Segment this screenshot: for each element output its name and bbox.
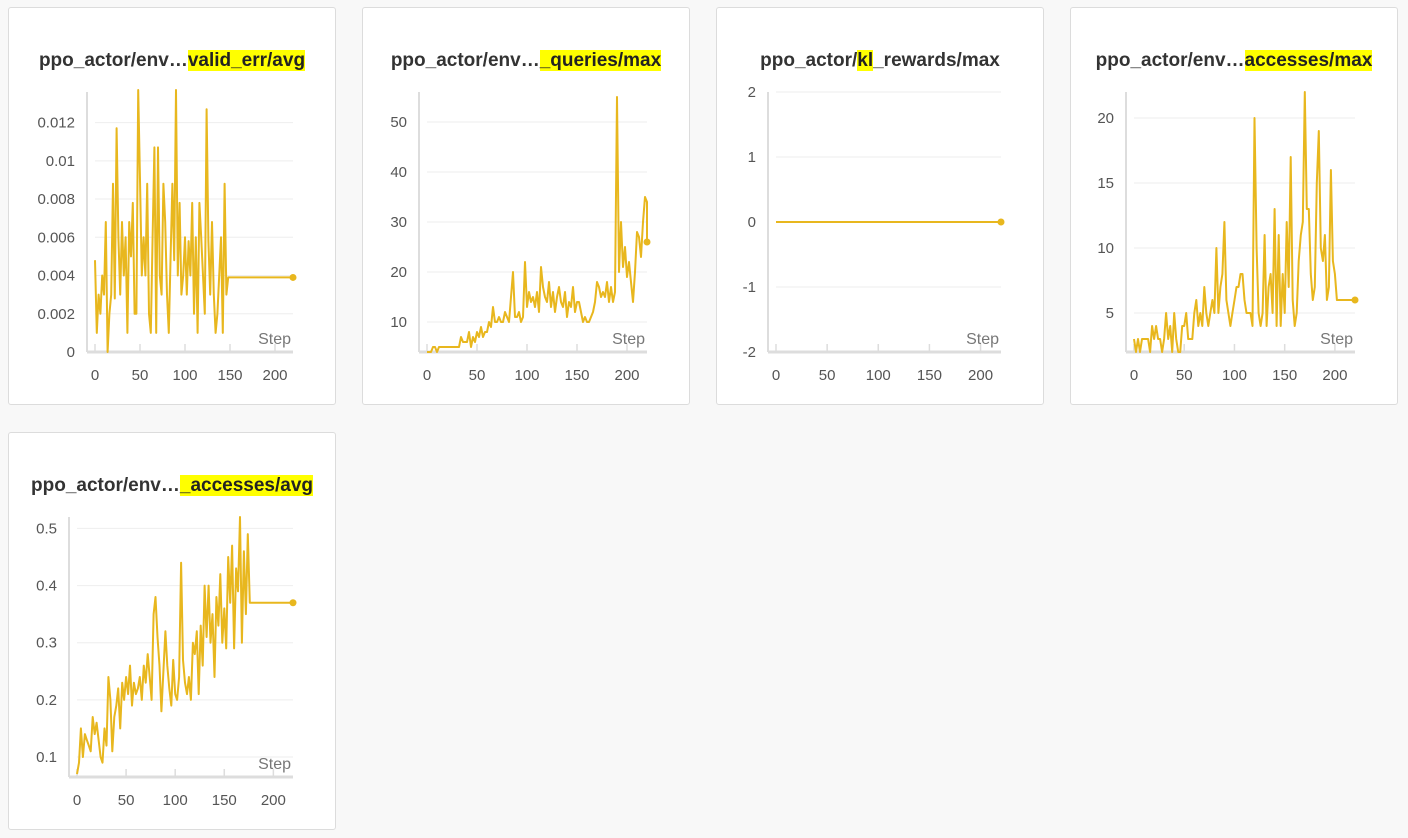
x-tick-label: 200: [1322, 367, 1347, 384]
y-tick-label: 1: [748, 149, 756, 166]
x-tick-label: 50: [819, 367, 836, 384]
x-tick-label: 200: [614, 367, 639, 384]
series-end-point[interactable]: [289, 599, 297, 607]
line-chart[interactable]: -2 -1 0 1 2 0 50 100 150 200 Step: [717, 8, 1044, 405]
x-tick-label: 0: [1130, 367, 1138, 384]
x-tick-label: 200: [261, 792, 286, 809]
x-tick-label: 0: [91, 367, 99, 384]
x-tick-label: 150: [564, 367, 589, 384]
y-tick-label: 40: [390, 164, 407, 181]
chart-panel-accesses-avg[interactable]: ppo_actor/env…_accesses/avg 0.1 0.2 0.3 0.4…: [8, 432, 336, 830]
line-chart[interactable]: 0.1 0.2 0.3 0.4 0.5 0 50 100 150 200 Step: [9, 433, 336, 830]
x-tick-label: 50: [132, 367, 149, 384]
x-axis-label: Step: [258, 756, 291, 773]
series-line: [94, 89, 293, 353]
chart-panel-kl-rewards-max[interactable]: ppo_actor/kl_rewards/max -2 -1 0 1 2 0 50 100 15…: [716, 7, 1044, 405]
line-chart[interactable]: 10 20 30 40 50 0 50 100 150 200 Step: [363, 8, 690, 405]
y-tick-label: -2: [743, 344, 756, 361]
y-tick-label: 50: [390, 114, 407, 131]
y-tick-label: 0.002: [37, 306, 75, 323]
y-tick-label: 0.3: [36, 635, 57, 652]
y-tick-label: 20: [1097, 110, 1114, 127]
x-tick-label: 200: [262, 367, 287, 384]
y-tick-label: 0.4: [36, 578, 57, 595]
series-end-point[interactable]: [1351, 296, 1359, 304]
y-tick-label: 15: [1097, 175, 1114, 192]
x-tick-label: 100: [514, 367, 539, 384]
y-tick-label: 10: [390, 314, 407, 331]
y-tick-label: 0.012: [37, 115, 75, 132]
x-axis-label: Step: [1320, 331, 1353, 348]
y-tick-label: 0.004: [37, 268, 75, 285]
x-tick-label: 0: [73, 792, 81, 809]
y-tick-label: 0.006: [37, 229, 75, 246]
x-tick-label: 100: [1222, 367, 1247, 384]
y-tick-label: -1: [743, 279, 756, 296]
x-tick-label: 50: [469, 367, 486, 384]
x-axis-label: Step: [258, 331, 291, 348]
y-tick-label: 0.01: [46, 153, 75, 170]
x-tick-label: 50: [1176, 367, 1193, 384]
x-tick-label: 0: [423, 367, 431, 384]
x-tick-label: 150: [212, 792, 237, 809]
x-tick-label: 150: [1272, 367, 1297, 384]
y-tick-label: 30: [390, 214, 407, 231]
line-chart[interactable]: 51015200 50 100 150 200Step: [1071, 8, 1398, 405]
x-tick-label: 100: [866, 367, 891, 384]
x-tick-label: 100: [163, 792, 188, 809]
chart-panel-accesses-max[interactable]: ppo_actor/env…accesses/max 5 10 15 20 0 50 100…: [1070, 7, 1398, 405]
y-tick-label: 0.5: [36, 520, 57, 537]
y-tick-label: 0.1: [36, 749, 57, 766]
y-tick-label: 0: [67, 344, 75, 361]
x-tick-label: 50: [118, 792, 135, 809]
series-end-point[interactable]: [643, 238, 651, 246]
x-tick-label: 200: [968, 367, 993, 384]
x-axis-label: Step: [612, 331, 645, 348]
chart-panel-queries-max[interactable]: ppo_actor/env…_queries/max 10 20 30 40 50 0 50…: [362, 7, 690, 405]
y-tick-label: 10: [1097, 240, 1114, 257]
series-line: [76, 516, 293, 775]
y-tick-label: 0.2: [36, 692, 57, 709]
series-line: [427, 96, 648, 353]
y-tick-label: 2: [748, 84, 756, 101]
x-tick-label: 150: [217, 367, 242, 384]
chart-panel-valid-err-avg[interactable]: ppo_actor/env…valid_err/avg 0 0.002 0.004 0…: [8, 7, 336, 405]
y-tick-label: 5: [1106, 305, 1114, 322]
line-chart[interactable]: 0 0.002 0.004 0.006 0.008 0.01 0.012 0 50 100 150 2…: [9, 8, 336, 405]
x-axis-label: Step: [966, 331, 999, 348]
series-end-point[interactable]: [289, 273, 297, 281]
y-tick-label: 20: [390, 264, 407, 281]
y-tick-label: 0.008: [37, 191, 75, 208]
series-end-point[interactable]: [997, 218, 1005, 226]
x-tick-label: 100: [172, 367, 197, 384]
y-tick-label: 0: [748, 214, 756, 231]
x-tick-label: 150: [917, 367, 942, 384]
x-tick-label: 0: [772, 367, 780, 384]
